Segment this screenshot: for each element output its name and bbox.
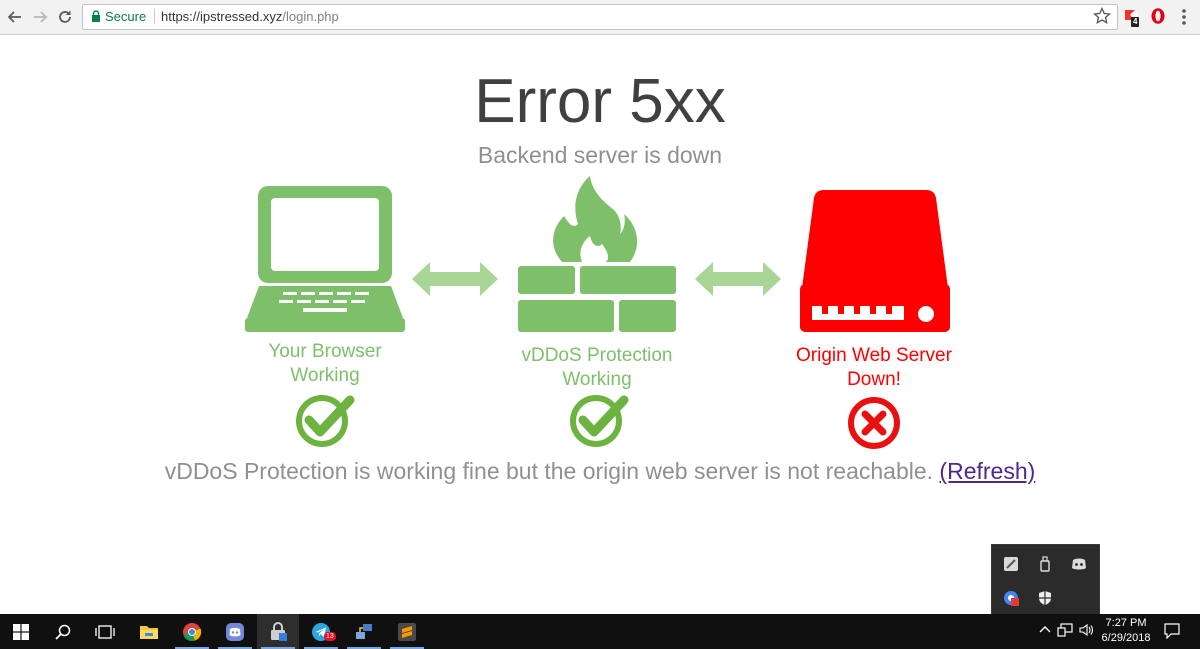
- double-arrow-icon: [412, 262, 498, 296]
- opera-button[interactable]: [1150, 7, 1166, 30]
- show-hidden-icons-chevron-icon[interactable]: [1039, 624, 1051, 636]
- server-label-line1: Origin Web Server: [796, 345, 952, 366]
- volume-icon[interactable]: [1079, 623, 1095, 637]
- error-title: Error 5xx: [474, 67, 726, 136]
- browser-toolbar: Secure https://ipstressed.xyz/login.php …: [0, 0, 1200, 35]
- laptop-icon: [245, 186, 405, 332]
- task-view-icon: [95, 624, 115, 639]
- omnibox-divider: [154, 9, 155, 24]
- browser-status-label: Your Browser Working: [220, 340, 430, 388]
- back-button[interactable]: [5, 7, 25, 27]
- server-status-label: Origin Web Server Down!: [764, 344, 984, 392]
- protection-status-label: vDDoS Protection Working: [492, 344, 702, 392]
- error-x-circle-icon: [848, 397, 900, 449]
- chrome-icon: [183, 622, 202, 641]
- url-host: https://ipstressed.xyz: [161, 9, 283, 24]
- discord-taskbar-icon: [226, 622, 244, 641]
- check-circle-icon: [296, 395, 355, 447]
- protection-label-line1: vDDoS Protection: [521, 345, 673, 366]
- bookmark-star-icon[interactable]: [1093, 7, 1111, 25]
- action-center-icon[interactable]: [1164, 623, 1180, 639]
- server-icon: [800, 190, 950, 332]
- url-text[interactable]: https://ipstressed.xyz/login.php: [161, 9, 339, 24]
- extension-badge: 4: [1131, 17, 1140, 27]
- reload-button[interactable]: [55, 7, 75, 27]
- tray-usb-button[interactable]: [1035, 554, 1055, 574]
- status-message-text: vDDoS Protection is working fine but the…: [164, 458, 934, 484]
- taskbar-discord[interactable]: [214, 614, 256, 649]
- taskbar-telegram[interactable]: 13: [300, 614, 342, 649]
- kebab-menu-icon: [1182, 9, 1186, 25]
- telegram-unread-badge: 13: [324, 632, 336, 641]
- network-computers-icon: [356, 623, 372, 639]
- clock-date: 6/29/2018: [1101, 632, 1151, 644]
- windows-taskbar: 13: [0, 614, 1200, 649]
- browser-menu-button[interactable]: [1181, 8, 1187, 31]
- windows-logo-icon: [13, 623, 29, 640]
- tray-overflow-popup: [991, 544, 1100, 616]
- forward-arrow-icon: [34, 11, 48, 23]
- status-message: vDDoS Protection is working fine but the…: [0, 458, 1200, 485]
- browser-label-line2: Working: [290, 365, 360, 386]
- lock-icon: [92, 10, 100, 22]
- opera-icon: [1151, 8, 1165, 24]
- server-label-line2: Down!: [847, 369, 901, 390]
- secure-label: Secure: [105, 9, 147, 24]
- firewall-icon: [518, 176, 676, 332]
- error-subtitle: Backend server is down: [477, 142, 723, 168]
- taskbar-chrome[interactable]: [171, 614, 213, 649]
- taskbar-sublime-text[interactable]: [386, 614, 428, 649]
- forward-button[interactable]: [30, 7, 50, 27]
- clock-time: 7:27 PM: [1105, 617, 1147, 629]
- tray-discord-button[interactable]: [1069, 554, 1089, 574]
- usb-drive-icon: [1040, 556, 1050, 572]
- shield-icon: [1039, 591, 1051, 605]
- search-icon: [55, 624, 71, 640]
- taskbar-clock[interactable]: 7:27 PM 6/29/2018: [1100, 616, 1152, 646]
- network-icon[interactable]: [1057, 623, 1073, 637]
- task-view-button[interactable]: [84, 614, 126, 649]
- tray-defender-button[interactable]: [1035, 588, 1055, 608]
- start-button[interactable]: [0, 614, 42, 649]
- folder-icon: [140, 625, 158, 639]
- taskbar-network-app[interactable]: [343, 614, 385, 649]
- address-bar[interactable]: Secure https://ipstressed.xyz/login.php: [82, 4, 1118, 30]
- browser-label-line1: Your Browser: [268, 341, 382, 362]
- lock-app-icon: [271, 621, 287, 641]
- tray-app-button-1[interactable]: [1001, 554, 1021, 574]
- url-path: /login.php: [282, 9, 339, 24]
- refresh-link[interactable]: (Refresh): [939, 458, 1035, 484]
- sublime-text-icon: [398, 622, 416, 641]
- back-arrow-icon: [7, 11, 21, 23]
- search-button[interactable]: [42, 614, 84, 649]
- chrome-tray-icon: [1004, 591, 1019, 606]
- taskbar-app-active[interactable]: [257, 614, 299, 649]
- taskbar-file-explorer[interactable]: [128, 614, 170, 649]
- extension-button[interactable]: 4: [1122, 7, 1140, 28]
- discord-icon: [1072, 558, 1086, 570]
- tray-chrome-button[interactable]: [1001, 588, 1021, 608]
- double-arrow-icon-2: [695, 262, 781, 296]
- sticky-app-icon: [1004, 557, 1018, 571]
- reload-icon: [59, 10, 71, 23]
- protection-label-line2: Working: [562, 369, 632, 390]
- check-circle-icon-2: [570, 395, 629, 447]
